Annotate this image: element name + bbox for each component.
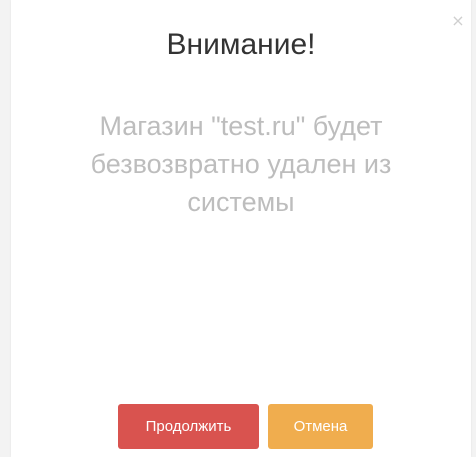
- dialog-message: Магазин "test.ru" будет безвозвратно уда…: [90, 111, 392, 217]
- cancel-button[interactable]: Отмена: [268, 404, 373, 449]
- dialog-title: Внимание!: [166, 28, 316, 61]
- confirm-dialog: × Внимание! Магазин "test.ru" будет безв…: [11, 0, 471, 457]
- close-icon[interactable]: ×: [451, 13, 465, 29]
- continue-button[interactable]: Продолжить: [118, 404, 259, 449]
